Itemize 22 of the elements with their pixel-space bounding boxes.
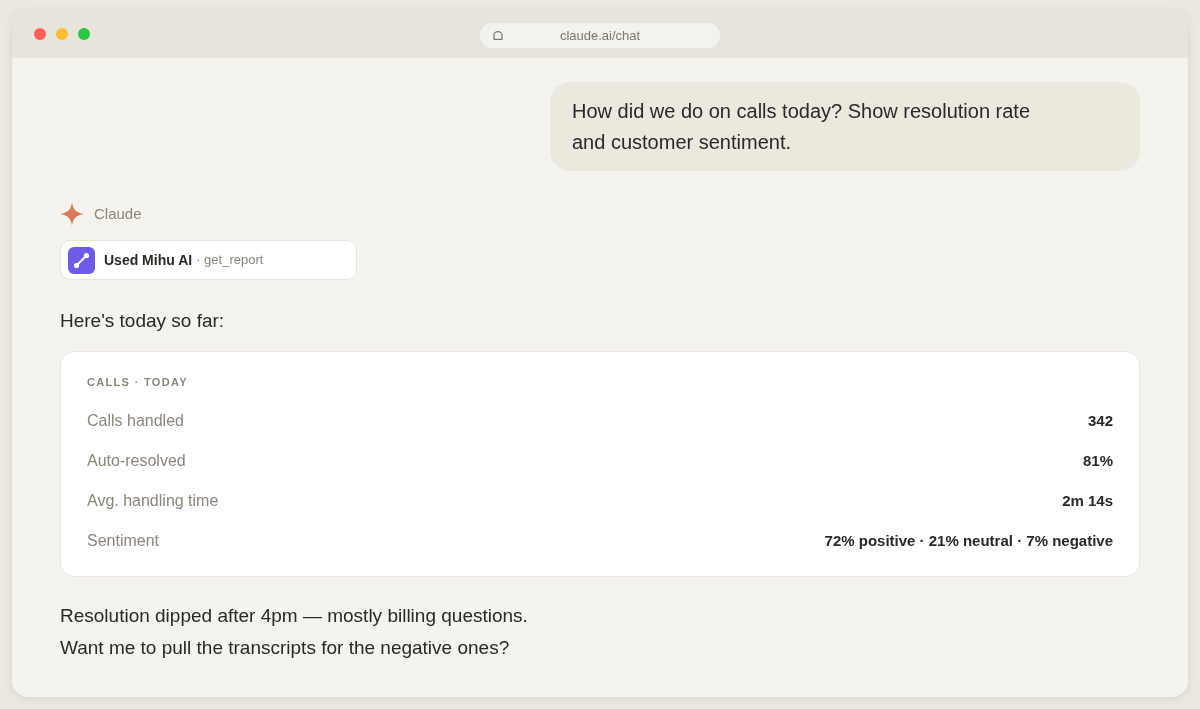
assistant-name: Claude [94,203,142,224]
metric-label: Avg. handling time [87,491,219,511]
metric-value: 2m 14s [1062,490,1113,511]
metric-value: 342 [1087,410,1113,431]
metric-label: Auto-resolved [87,451,186,471]
user-message: How did we do on calls today? Show resolution rate and customer sentiment. [572,99,1032,155]
address-bar[interactable]: claude.ai/chat [480,23,720,48]
window-zoom-icon[interactable] [78,28,90,40]
sparkle-icon [60,202,84,226]
window-close-icon[interactable] [34,28,46,40]
tool-call-chip[interactable]: Used Mihu AI · get_report [60,240,357,280]
metric-value: 81% [1082,450,1113,471]
intro-text: Here's today so far: [60,309,226,333]
metric-value: 72% positive · 21% neutral · 7% negative [824,530,1113,551]
lock-icon [493,31,503,40]
window-minimize-icon[interactable] [56,28,68,40]
card-title: CALLS · TODAY [87,375,189,390]
closing-text: Want me to pull the transcripts for the negative ones? [60,636,511,660]
closing-text: Resolution dipped after 4pm — mostly billing questions. [60,604,529,628]
link-tile-icon [68,246,95,274]
metric-label: Sentiment [87,531,160,551]
metric-label: Calls handled [87,411,184,431]
